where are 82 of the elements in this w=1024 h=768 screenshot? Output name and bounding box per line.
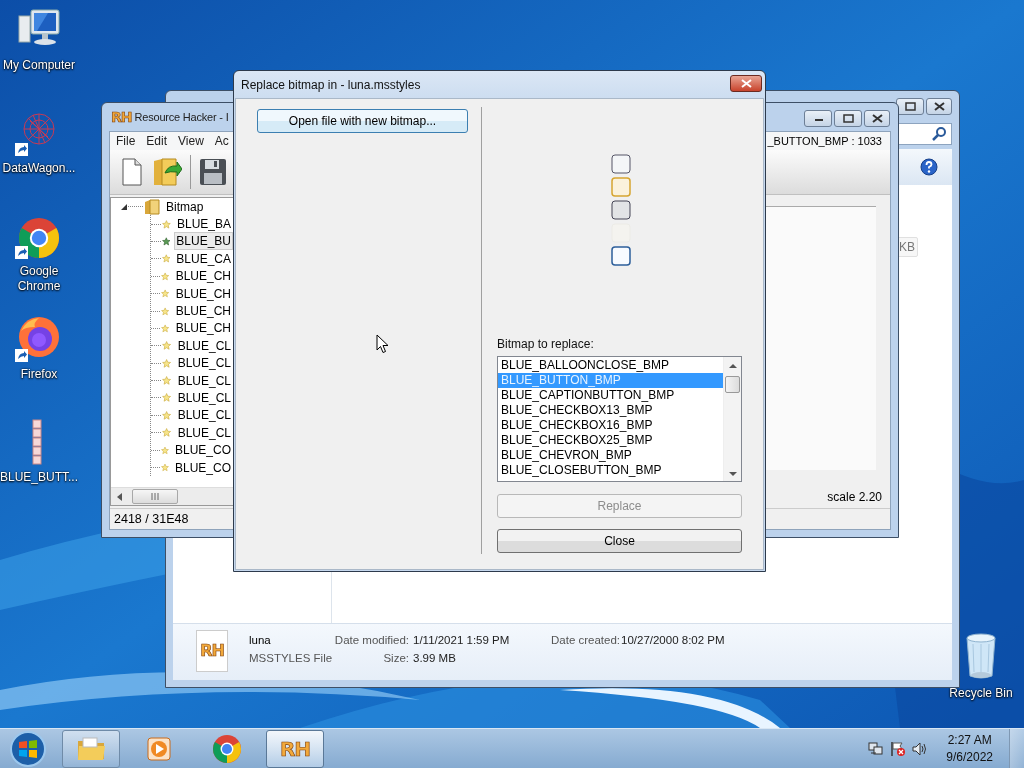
list-item[interactable]: BLUE_CLOSEBUTTON_BMP <box>498 463 723 478</box>
tree-item[interactable]: BLUE_CH <box>173 267 233 286</box>
rh-logo: RH <box>111 110 132 124</box>
tree-item[interactable]: BLUE_BA <box>174 215 233 234</box>
icon-label[interactable]: Recycle Bin <box>942 686 1020 701</box>
cursor-icon <box>376 334 389 354</box>
tree-item[interactable]: BLUE_CL <box>175 423 233 442</box>
tree-item[interactable]: BLUE_BU <box>174 232 233 251</box>
scroll-left-icon[interactable] <box>116 492 124 501</box>
start-button[interactable] <box>8 728 48 768</box>
taskbar-button[interactable] <box>62 729 120 768</box>
field-value: 3.99 MB <box>413 652 457 666</box>
volume-icon[interactable] <box>912 740 929 757</box>
window-title: Resource Hacker - I <box>134 111 229 123</box>
search-field[interactable] <box>898 123 952 145</box>
rh-logo: RH <box>279 738 311 759</box>
tree-item[interactable]: BLUE_CH <box>173 302 233 321</box>
tree-item[interactable]: BLUE_CH <box>173 284 233 303</box>
tree-item[interactable]: BLUE_CL <box>175 336 233 355</box>
resource-name: _BUTTON_BMP : 1033 <box>767 135 882 147</box>
rh-logo: RH <box>200 643 224 659</box>
menu-item[interactable]: View <box>178 134 204 148</box>
icon-label[interactable]: Firefox <box>0 367 78 382</box>
scroll-up-icon[interactable] <box>728 363 737 369</box>
list-item[interactable]: BLUE_CHECKBOX16_BMP <box>498 418 723 433</box>
field-value: 10/27/2000 8:02 PM <box>621 634 726 648</box>
chrome-icon <box>211 732 243 765</box>
scale-label: scale 2.20 <box>827 490 882 504</box>
icon-label[interactable]: BLUE_BUTT... <box>0 470 78 485</box>
field-label: Date modified: <box>333 634 410 648</box>
flag-icon[interactable] <box>890 740 907 757</box>
icon-label[interactable]: My Computer <box>0 58 78 73</box>
close-button[interactable] <box>926 98 952 115</box>
list-item[interactable]: BLUE_CHEVRON_BMP <box>498 448 723 463</box>
status-text: 2418 / 31E48 <box>114 512 189 526</box>
menu-item[interactable]: File <box>116 134 136 148</box>
save-icon[interactable] <box>199 158 227 186</box>
list-item[interactable]: BLUE_BALLOONCLOSE_BMP <box>498 358 723 373</box>
grip-icon <box>150 493 160 500</box>
network-icon[interactable] <box>868 740 885 757</box>
menu-item[interactable]: Ac <box>214 134 229 148</box>
horizontal-scrollbar[interactable] <box>111 487 233 505</box>
close-button[interactable] <box>730 75 762 92</box>
tree-item[interactable]: BLUE_CO <box>172 458 233 477</box>
folder-icon <box>144 198 160 215</box>
icon-label[interactable]: DataWagon... <box>0 161 78 176</box>
bitmap-list[interactable]: BLUE_BALLOONCLOSE_BMP BLUE_BUTTON_BMP BLUE_CAPTIONBUTTON_BMP BLUE_CHECKBOX13_BMP BLUE_CHECKBOX16_BMP BLUE_CHECKBOX25_BMP BLUE_CHEVRON_BMP BLUE_CLOSEBUTTON_BMP <box>497 356 742 482</box>
open-folder-icon[interactable] <box>152 157 182 187</box>
tree-item[interactable]: BLUE_CA <box>174 249 233 268</box>
scrollbar-thumb[interactable] <box>725 376 740 393</box>
file-type: MSSTYLES File <box>249 652 331 666</box>
field-label: Date created: <box>551 634 621 648</box>
clock[interactable]: 2:27 AM 9/6/2022 <box>946 731 993 766</box>
tree-item[interactable]: BLUE_CH <box>173 319 233 338</box>
list-label: Bitmap to replace: <box>497 337 595 353</box>
tree-item[interactable]: BLUE_CL <box>175 406 233 425</box>
dialog-title: Replace bitmap in - luna.msstyles <box>241 77 421 92</box>
icon-label[interactable]: Google Chrome <box>0 264 78 294</box>
tree-item[interactable]: BLUE_CL <box>175 354 233 373</box>
tree-item[interactable]: BLUE_CO <box>172 441 233 460</box>
list-item[interactable]: BLUE_CAPTIONBUTTON_BMP <box>498 388 723 403</box>
expander-icon[interactable] <box>120 202 128 211</box>
scrollbar-thumb[interactable] <box>132 489 178 504</box>
search-icon[interactable] <box>932 127 946 141</box>
close-button[interactable]: Close <box>497 529 742 553</box>
list-item[interactable]: BLUE_CHECKBOX25_BMP <box>498 433 723 448</box>
tree-item[interactable]: BLUE_CL <box>175 371 233 390</box>
close-button[interactable] <box>864 110 890 127</box>
maximize-button[interactable] <box>896 98 924 115</box>
tree-item[interactable]: Bitmap <box>164 198 206 216</box>
open-file-button[interactable]: Open file with new bitmap... <box>257 109 468 133</box>
minimize-button[interactable] <box>804 110 832 127</box>
help-icon[interactable] <box>920 158 938 176</box>
maximize-button[interactable] <box>834 110 862 127</box>
file-name: luna <box>249 634 272 648</box>
field-value: 1/11/2021 1:59 PM <box>413 634 511 648</box>
field-label: Size: <box>382 652 410 666</box>
vertical-scrollbar[interactable] <box>723 357 741 481</box>
list-item[interactable]: BLUE_CHECKBOX13_BMP <box>498 403 723 418</box>
tree-item[interactable]: BLUE_CL <box>175 389 233 407</box>
menu-item[interactable]: Edit <box>146 134 168 148</box>
new-file-icon[interactable] <box>120 158 144 186</box>
